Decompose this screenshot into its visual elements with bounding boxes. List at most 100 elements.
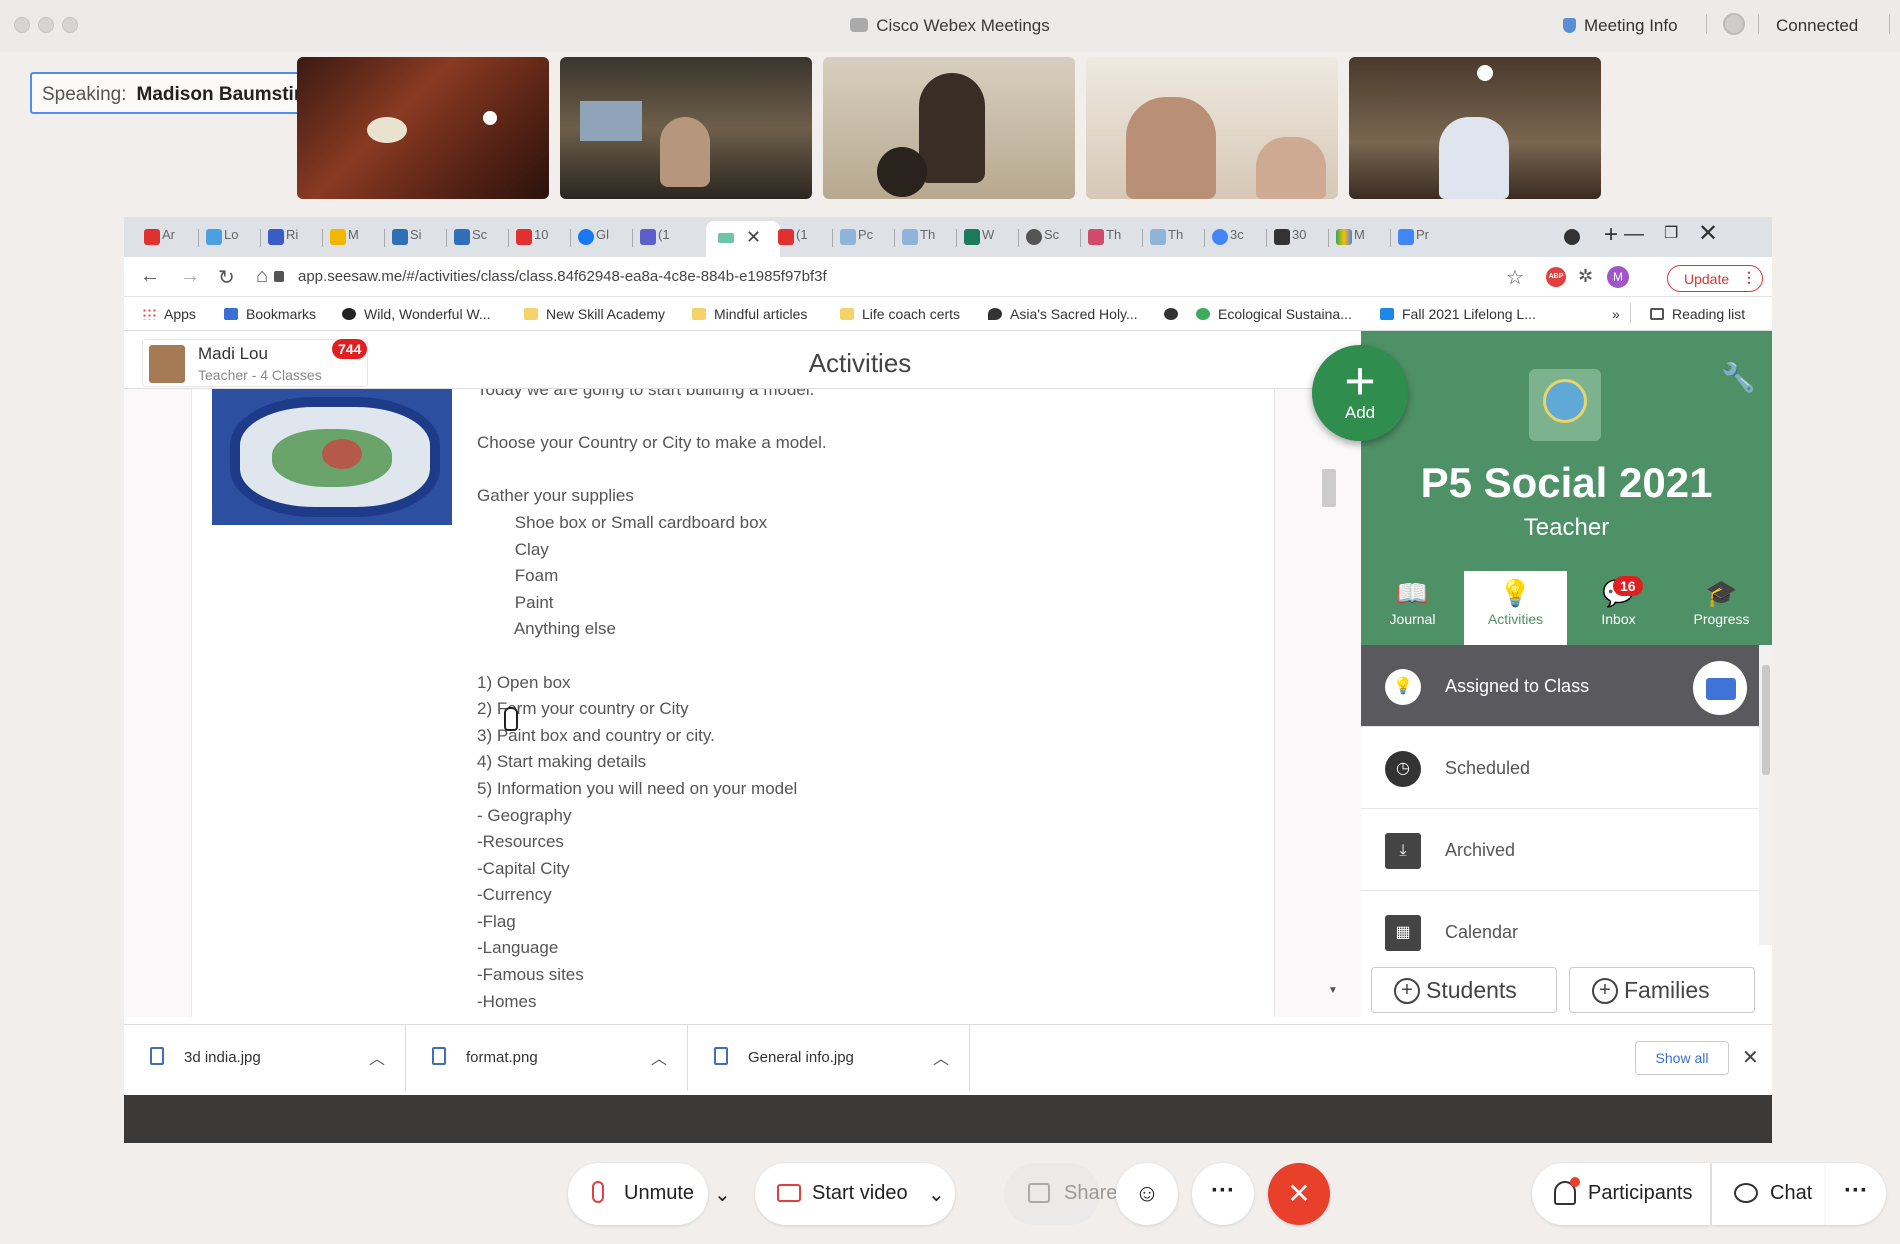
reload-icon[interactable]: ↻ bbox=[218, 265, 235, 290]
add-students-button[interactable]: + Students bbox=[1371, 967, 1557, 1013]
audio-options-chevron-icon[interactable]: ⌄ bbox=[708, 1163, 740, 1225]
browser-tab[interactable]: 10 bbox=[514, 223, 568, 253]
list-item-calendar[interactable]: ▦ Calendar bbox=[1361, 891, 1759, 955]
chevron-up-icon[interactable]: ︿ bbox=[933, 1045, 949, 1069]
bookmark-item[interactable] bbox=[1164, 306, 1186, 322]
bookmark-bookmarks[interactable]: Bookmarks bbox=[224, 306, 316, 322]
browser-tab[interactable]: (1 bbox=[638, 223, 692, 253]
participant-video-tile[interactable] bbox=[823, 57, 1075, 199]
browser-tab[interactable]: W bbox=[962, 223, 1016, 253]
bookmark-item[interactable]: Wild, Wonderful W... bbox=[342, 306, 491, 322]
tab-title: Sc bbox=[1044, 227, 1060, 242]
browser-tab[interactable]: Gl bbox=[576, 223, 630, 253]
chevron-up-icon[interactable]: ︿ bbox=[369, 1045, 385, 1069]
add-families-button[interactable]: + Families bbox=[1569, 967, 1755, 1013]
bookmark-item[interactable]: Ecological Sustaina... bbox=[1196, 306, 1352, 322]
scrollbar-thumb[interactable] bbox=[1322, 469, 1336, 507]
browser-tab[interactable]: Si bbox=[390, 223, 444, 253]
bookmarks-overflow-icon[interactable]: » bbox=[1612, 306, 1620, 322]
restore-icon[interactable]: ❐ bbox=[1664, 223, 1678, 243]
browser-tab[interactable]: Pr bbox=[1396, 223, 1450, 253]
download-item[interactable]: General info.jpg ︿ bbox=[688, 1025, 970, 1091]
tab-journal[interactable]: 📖 Journal bbox=[1361, 571, 1464, 645]
add-button[interactable]: + Add bbox=[1312, 345, 1408, 441]
participant-video-tile[interactable] bbox=[297, 57, 549, 199]
home-icon[interactable]: ⌂ bbox=[256, 265, 268, 288]
extensions-icon[interactable]: ✲ bbox=[1578, 266, 1593, 287]
tab-activities[interactable]: 💡 Activities bbox=[1464, 571, 1567, 645]
reactions-button[interactable]: ☺ bbox=[1116, 1163, 1178, 1225]
wrench-icon[interactable]: 🔧 bbox=[1721, 361, 1756, 394]
bookmark-folder[interactable]: Life coach certs bbox=[840, 306, 960, 322]
sidebar-scrollbar-thumb[interactable] bbox=[1762, 665, 1770, 775]
browser-tab[interactable]: Sc bbox=[1024, 223, 1078, 253]
minimize-icon[interactable]: — bbox=[1624, 223, 1644, 246]
reading-list-button[interactable]: Reading list bbox=[1650, 306, 1745, 322]
browser-tab[interactable]: Th bbox=[900, 223, 954, 253]
browser-tab[interactable]: Th bbox=[1086, 223, 1140, 253]
browser-tab[interactable]: Sc bbox=[452, 223, 506, 253]
browser-tab[interactable]: M bbox=[1334, 223, 1388, 253]
browser-tab[interactable]: Ri bbox=[266, 223, 320, 253]
new-tab-button[interactable]: + bbox=[1604, 221, 1618, 249]
bookmark-star-icon[interactable]: ☆ bbox=[1506, 265, 1524, 290]
browser-tab[interactable]: Pc bbox=[838, 223, 892, 253]
download-item[interactable]: format.png ︿ bbox=[406, 1025, 688, 1091]
tab-title: Pr bbox=[1416, 227, 1429, 242]
leave-meeting-button[interactable]: ✕ bbox=[1268, 1163, 1330, 1225]
bookmark-item[interactable]: Asia's Sacred Holy... bbox=[988, 306, 1138, 322]
browser-tab[interactable]: (1 bbox=[776, 223, 830, 253]
panel-options-button[interactable]: ··· bbox=[1826, 1163, 1886, 1225]
divider bbox=[1328, 229, 1329, 247]
video-options-chevron-icon[interactable]: ⌄ bbox=[916, 1163, 956, 1225]
download-item[interactable]: 3d india.jpg ︿ bbox=[124, 1025, 406, 1091]
list-item-scheduled[interactable]: ◷ Scheduled bbox=[1361, 727, 1759, 809]
activity-image[interactable] bbox=[212, 389, 452, 525]
tab-label: Progress bbox=[1693, 611, 1750, 627]
close-window-icon[interactable]: ✕ bbox=[1698, 219, 1718, 248]
meeting-info-button[interactable]: Meeting Info bbox=[1563, 16, 1678, 36]
class-name[interactable]: P5 Social 2021 bbox=[1361, 459, 1772, 507]
browser-tab[interactable]: Lo bbox=[204, 223, 258, 253]
close-icon[interactable]: ✕ bbox=[1742, 1045, 1759, 1070]
button-label: Start video bbox=[812, 1182, 908, 1204]
show-all-button[interactable]: Show all bbox=[1635, 1041, 1729, 1075]
list-item-archived[interactable]: ⤓ Archived bbox=[1361, 809, 1759, 891]
more-dots-icon: ··· bbox=[1211, 1177, 1235, 1204]
share-button[interactable]: Share bbox=[1004, 1163, 1117, 1225]
bookmark-item[interactable]: Fall 2021 Lifelong L... bbox=[1380, 306, 1536, 322]
browser-tab-active[interactable]: ✕ bbox=[706, 221, 780, 257]
unmute-button[interactable]: Unmute bbox=[568, 1163, 708, 1225]
browser-tab[interactable]: 3c bbox=[1210, 223, 1264, 253]
list-item-label: Assigned to Class bbox=[1445, 676, 1590, 696]
browser-tab[interactable]: Ar bbox=[142, 223, 196, 253]
recording-icon[interactable] bbox=[1723, 13, 1745, 35]
chat-bubble-icon bbox=[1734, 1183, 1758, 1203]
close-tab-icon[interactable]: ✕ bbox=[746, 227, 761, 248]
browser-tab[interactable]: M bbox=[328, 223, 382, 253]
folder-button[interactable] bbox=[1693, 661, 1747, 715]
scroll-down-arrow-icon[interactable]: ▼ bbox=[1328, 985, 1338, 996]
participants-button[interactable]: Participants bbox=[1532, 1163, 1710, 1225]
more-options-button[interactable]: ··· bbox=[1192, 1163, 1254, 1225]
profile-avatar[interactable]: M bbox=[1607, 266, 1629, 288]
list-item-assigned[interactable]: 💡 Assigned to Class bbox=[1361, 645, 1759, 727]
update-button[interactable]: Update ⋮ bbox=[1667, 265, 1763, 292]
adblock-extension-icon[interactable]: ABP bbox=[1546, 267, 1566, 287]
participant-video-tile[interactable] bbox=[1086, 57, 1338, 199]
chat-button[interactable]: Chat bbox=[1712, 1163, 1826, 1225]
close-icon: ✕ bbox=[1287, 1178, 1311, 1209]
participant-video-tile[interactable] bbox=[560, 57, 812, 199]
bookmark-apps[interactable]: Apps bbox=[142, 306, 196, 322]
participant-video-tile[interactable] bbox=[1349, 57, 1601, 199]
forward-icon[interactable]: → bbox=[180, 265, 200, 288]
bookmark-folder[interactable]: Mindful articles bbox=[692, 306, 807, 322]
tab-progress[interactable]: 🎓 Progress bbox=[1670, 571, 1772, 645]
back-icon[interactable]: ← bbox=[140, 265, 160, 288]
browser-tab[interactable]: Th bbox=[1148, 223, 1202, 253]
tab-search-icon[interactable] bbox=[1564, 229, 1580, 245]
chevron-up-icon[interactable]: ︿ bbox=[651, 1045, 667, 1069]
url-field[interactable]: app.seesaw.me/#/activities/class/class.8… bbox=[274, 268, 827, 285]
bookmark-folder[interactable]: New Skill Academy bbox=[524, 306, 665, 322]
browser-tab[interactable]: 30 bbox=[1272, 223, 1326, 253]
